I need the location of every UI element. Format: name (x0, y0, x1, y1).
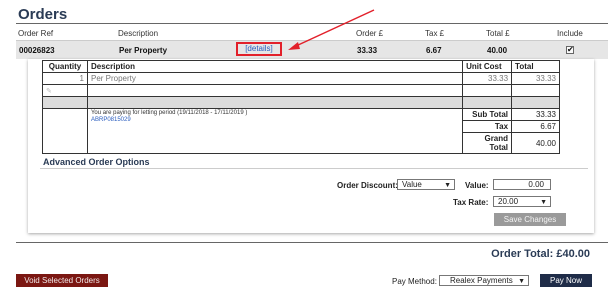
reference-code: ABRP0815029 (90, 117, 131, 123)
item-description: Per Property (86, 72, 464, 85)
item-unit-cost: 33.33 (462, 72, 513, 85)
tax-label: Tax (462, 120, 513, 133)
items-header-total: Total (511, 60, 560, 73)
save-changes-button[interactable]: Save Changes (494, 213, 566, 226)
table-row-shaded (42, 96, 560, 109)
advanced-options-divider (40, 168, 588, 169)
discount-type-select[interactable]: Value ▼ (397, 179, 455, 190)
chevron-down-icon: ▼ (518, 278, 525, 285)
items-table: Quantity Description Unit Cost Total 1 P… (42, 60, 560, 154)
order-total-summary: Order Total: £40.00 (491, 248, 590, 260)
table-row-empty: ✎ (42, 84, 560, 97)
items-header-quantity: Quantity (42, 60, 88, 73)
order-discount-label: Order Discount: (337, 181, 398, 190)
chevron-down-icon: ▼ (540, 199, 547, 206)
void-selected-orders-button[interactable]: Void Selected Orders (16, 274, 108, 287)
item-quantity: 1 (42, 72, 88, 85)
grand-total-label: Grand Total (462, 132, 513, 154)
tax-value: 6.67 (511, 120, 560, 133)
items-header-description: Description (86, 60, 464, 73)
pay-method-value: Realex Payments (450, 276, 513, 285)
item-total: 33.33 (511, 72, 560, 85)
table-row: 1 Per Property 33.33 33.33 (42, 72, 560, 85)
tax-rate-value: 20.00 (498, 197, 519, 206)
pay-now-button[interactable]: Pay Now (540, 274, 592, 287)
arrow-head (288, 42, 300, 50)
pay-method-label: Pay Method: (392, 277, 437, 286)
subtotal-row: You are paying for letting period (19/11… (42, 108, 560, 154)
edit-pencil-icon[interactable]: ✎ (42, 84, 88, 97)
advanced-options-title: Advanced Order Options (43, 157, 150, 167)
letting-period-note: You are paying for letting period (19/11… (90, 110, 248, 116)
tax-rate-select[interactable]: 20.00 ▼ (493, 196, 551, 207)
discount-type-value: Value (402, 180, 422, 189)
tax-rate-label: Tax Rate: (453, 198, 489, 207)
value-label: Value: (465, 181, 489, 190)
items-header-row: Quantity Description Unit Cost Total (42, 60, 560, 73)
subtotal-value: 33.33 (511, 108, 560, 121)
items-header-unit-cost: Unit Cost (462, 60, 513, 73)
total-divider (16, 242, 608, 243)
pay-method-select[interactable]: Realex Payments ▼ (439, 275, 529, 286)
grand-total-value: 40.00 (511, 132, 560, 154)
chevron-down-icon: ▼ (444, 182, 451, 189)
arrow-shaft (295, 9, 375, 47)
subtotal-label: Sub Total (462, 108, 513, 121)
discount-value-input[interactable]: 0.00 (493, 179, 551, 190)
